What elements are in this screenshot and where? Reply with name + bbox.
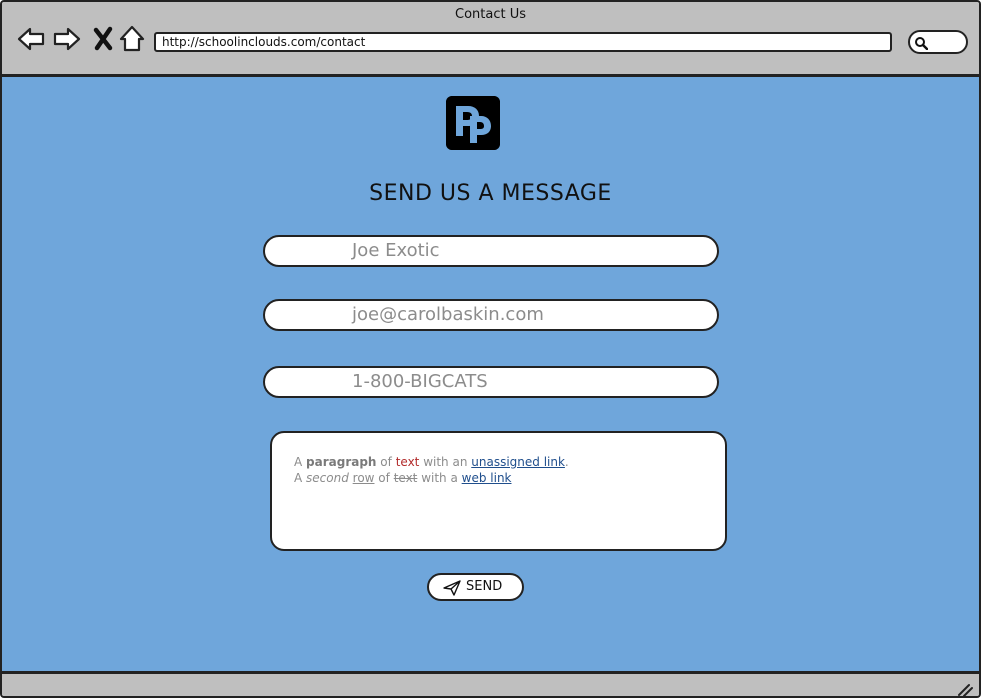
message-line-1: A paragraph of text with an unassigned l… [294,454,703,470]
web-link[interactable]: web link [462,471,512,485]
unassigned-link[interactable]: unassigned link [471,455,565,469]
text-run: A [294,471,307,485]
name-field[interactable]: Joe Exotic [263,235,719,267]
message-textarea[interactable]: A paragraph of text with an unassigned l… [270,431,727,551]
search-icon [915,37,928,50]
text-run: . [564,455,569,469]
text-run: with an [419,455,472,469]
italic-text: second [306,471,349,485]
browser-statusbar [2,671,979,697]
red-text: text [395,455,420,469]
strikethrough-text: text [393,471,418,485]
text-run: A [294,455,307,469]
home-icon[interactable] [117,24,147,54]
message-line-2: A second row of text with a web link [294,470,703,486]
email-field[interactable]: joe@carolbaskin.com [263,299,719,331]
text-run: of [376,455,396,469]
paper-plane-icon [443,580,461,596]
bold-text: paragraph [306,455,377,469]
brand-logo [446,96,500,150]
page-content: SEND US A MESSAGE Joe Exotic joe@carolba… [2,77,979,671]
name-placeholder: Joe Exotic [352,240,440,261]
browser-titlebar: Contact Us http://schoolinclouds.com/con… [2,2,979,77]
back-arrow-icon[interactable] [16,24,46,54]
underlined-text: row [352,471,375,485]
send-button[interactable]: SEND [427,573,524,601]
send-label: SEND [466,579,503,594]
email-placeholder: joe@carolbaskin.com [352,304,544,325]
phone-field[interactable]: 1-800-BIGCATS [263,366,719,398]
text-run: of [374,471,394,485]
browser-search-button[interactable] [908,30,968,54]
close-x-icon[interactable] [90,24,120,54]
text-run: with a [417,471,462,485]
resize-grip-icon[interactable] [957,683,973,697]
browser-window: Contact Us http://schoolinclouds.com/con… [0,0,981,698]
page-heading: SEND US A MESSAGE [369,181,612,206]
window-title: Contact Us [455,7,526,22]
address-bar[interactable]: http://schoolinclouds.com/contact [154,32,892,52]
forward-arrow-icon[interactable] [52,24,82,54]
phone-placeholder: 1-800-BIGCATS [352,371,488,392]
